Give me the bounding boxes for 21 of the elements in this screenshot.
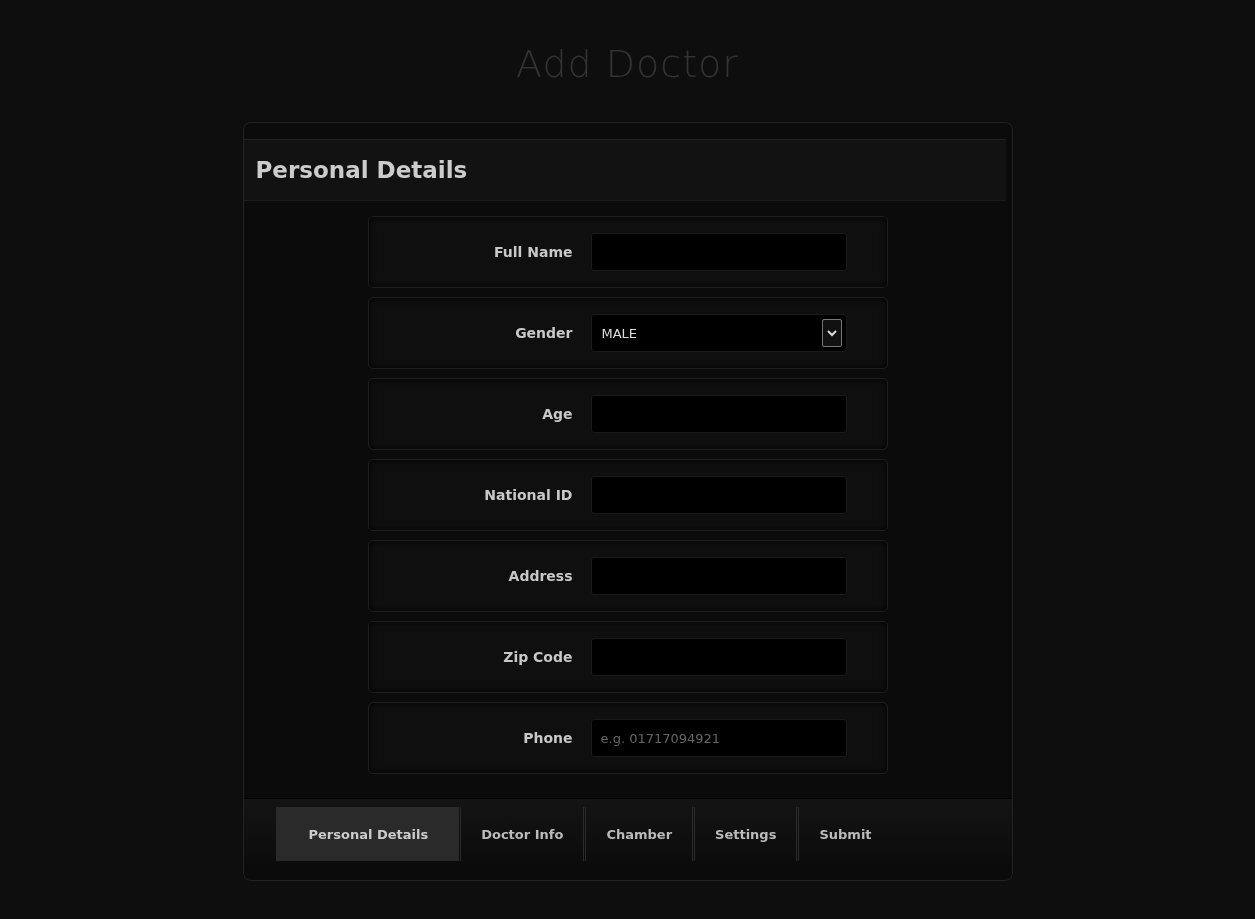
section-title: Personal Details xyxy=(255,157,468,183)
input-field[interactable] xyxy=(590,557,847,595)
field-label: Zip Code xyxy=(502,649,574,665)
tab[interactable]: Submit xyxy=(796,807,892,861)
input-field[interactable] xyxy=(590,233,847,271)
field-label: Full Name xyxy=(492,244,574,260)
input-field[interactable]: e.g. 01717094921 xyxy=(590,719,847,757)
input-field[interactable] xyxy=(590,638,847,676)
field-label: Gender xyxy=(514,325,574,341)
field-label: Address xyxy=(507,568,574,584)
gender-select[interactable]: MALE xyxy=(590,314,847,352)
field-label: Phone xyxy=(522,730,574,746)
field-label: National ID xyxy=(483,487,574,503)
tab[interactable]: Settings xyxy=(692,807,797,861)
tab[interactable]: Chamber xyxy=(583,807,693,861)
tab[interactable]: Doctor Info xyxy=(458,807,584,861)
field-label: Age xyxy=(541,406,574,422)
caret-icon xyxy=(821,319,842,347)
input-field[interactable] xyxy=(590,395,847,433)
input-field[interactable] xyxy=(590,476,847,514)
tab[interactable]: Personal Details xyxy=(275,807,459,861)
